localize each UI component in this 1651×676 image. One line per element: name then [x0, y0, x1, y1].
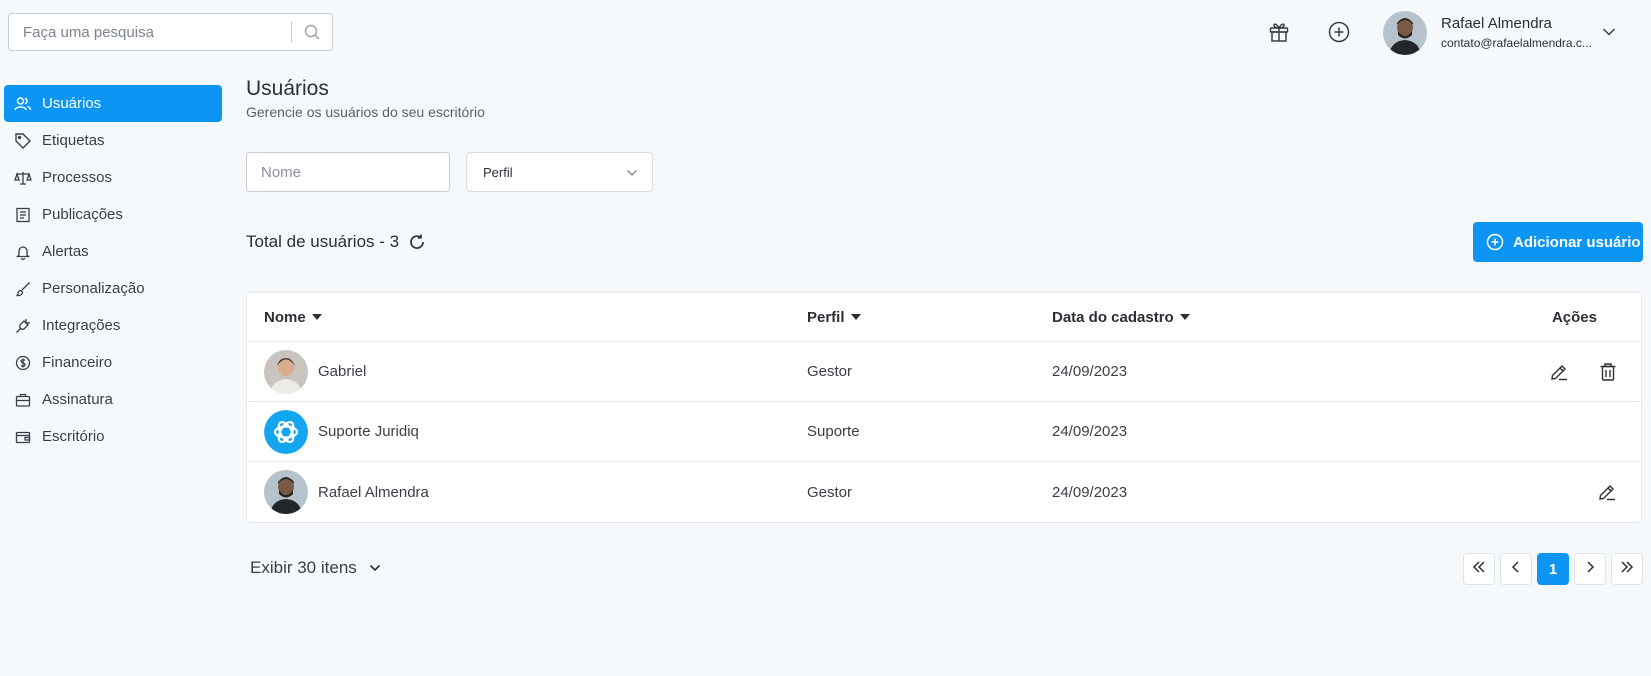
chevron-down-icon[interactable] [1602, 24, 1616, 42]
chevron-left-icon [1511, 560, 1521, 578]
header-perfil-label: Perfil [807, 308, 845, 326]
sidebar-item-escritorio[interactable]: Escritório [4, 418, 222, 455]
user-name-cell: Rafael Almendra [318, 483, 429, 501]
sidebar-item-label: Escritório [42, 428, 105, 445]
page-title: Usuários [246, 77, 329, 100]
trash-icon[interactable] [1599, 362, 1617, 382]
user-name-cell: Suporte Juridiq [318, 423, 419, 440]
items-per-page-label: Exibir 30 itens [250, 558, 357, 577]
avatar [264, 470, 308, 514]
add-user-label: Adicionar usuário [1513, 233, 1641, 251]
sidebar-item-financeiro[interactable]: Financeiro [4, 344, 222, 381]
table-header: Nome Perfil Data do cadastro Ações [247, 293, 1641, 342]
perfil-cell: Gestor [807, 363, 853, 380]
header-perfil[interactable]: Perfil [807, 309, 861, 326]
date-cell: 24/09/2023 [1052, 483, 1128, 501]
table-row: Rafael Almendra Gestor 24/09/2023 [247, 462, 1641, 522]
sidebar-item-assinatura[interactable]: Assinatura [4, 381, 222, 418]
search-box[interactable] [8, 13, 333, 51]
sidebar-item-etiquetas[interactable]: Etiquetas [4, 122, 222, 159]
sort-caret-icon [1179, 314, 1190, 320]
tag-icon [13, 132, 33, 150]
sidebar-item-label: Publicações [42, 206, 123, 223]
bell-icon [13, 243, 33, 261]
sidebar-item-label: Assinatura [42, 391, 113, 408]
header-data[interactable]: Data do cadastro [1052, 309, 1190, 326]
sidebar-item-processos[interactable]: Processos [4, 159, 222, 196]
header-nome-label: Nome [264, 308, 306, 326]
double-chevron-left-icon [1472, 560, 1486, 578]
perfil-select-label: Perfil [483, 164, 513, 180]
newspaper-icon [13, 206, 33, 224]
user-email: contato@rafaelalmendra.c... [1441, 36, 1592, 50]
header-nome[interactable]: Nome [264, 309, 322, 326]
sidebar-item-alertas[interactable]: Alertas [4, 233, 222, 270]
sidebar-item-label: Integrações [42, 317, 121, 334]
briefcase-icon [13, 391, 33, 409]
sidebar-item-publicacoes[interactable]: Publicações [4, 196, 222, 233]
scale-icon [13, 169, 33, 187]
name-filter-input[interactable] [247, 153, 449, 191]
name-filter[interactable] [246, 152, 450, 192]
search-icon[interactable] [292, 24, 332, 40]
gift-icon[interactable] [1265, 18, 1293, 46]
date-cell: 24/09/2023 [1052, 363, 1128, 380]
sidebar-item-personalizacao[interactable]: Personalização [4, 270, 222, 307]
sidebar-item-label: Personalização [42, 280, 145, 297]
first-page-button[interactable] [1463, 553, 1495, 585]
sidebar-item-integracoes[interactable]: Integrações [4, 307, 222, 344]
sidebar-item-label: Alertas [42, 243, 89, 260]
page-subtitle: Gerencie os usuários do seu escritório [246, 104, 485, 120]
user-avatar[interactable] [1383, 11, 1427, 55]
brush-icon [13, 280, 33, 298]
sidebar-item-label: Processos [42, 169, 113, 186]
prev-page-button[interactable] [1500, 553, 1532, 585]
plug-icon [13, 317, 33, 335]
perfil-cell: Suporte [807, 423, 860, 440]
search-input[interactable] [9, 14, 291, 50]
edit-icon[interactable] [1597, 482, 1617, 502]
table-row: Gabriel Gestor 24/09/2023 [247, 342, 1641, 402]
sort-caret-icon [311, 314, 322, 320]
users-icon [13, 95, 33, 113]
refresh-icon[interactable] [408, 233, 426, 256]
avatar [264, 349, 308, 394]
perfil-cell: Gestor [807, 483, 853, 501]
sidebar-item-label: Usuários [42, 95, 102, 112]
double-chevron-right-icon [1620, 560, 1634, 578]
dollar-icon [13, 354, 33, 372]
page-button-current[interactable]: 1 [1537, 553, 1569, 585]
date-cell: 24/09/2023 [1052, 423, 1128, 440]
chevron-down-icon [369, 558, 381, 578]
chevron-right-icon [1585, 560, 1595, 578]
user-name: Rafael Almendra [1441, 15, 1552, 32]
add-user-button[interactable]: Adicionar usuário [1473, 222, 1643, 262]
table-row: Suporte Juridiq Suporte 24/09/2023 [247, 402, 1641, 462]
total-users: Total de usuários - 3 [246, 232, 400, 251]
last-page-button[interactable] [1611, 553, 1643, 585]
user-name-cell: Gabriel [318, 363, 367, 380]
add-circle-icon [1486, 233, 1504, 251]
header-data-label: Data do cadastro [1052, 308, 1174, 326]
avatar [264, 409, 308, 454]
wallet-icon [13, 428, 33, 446]
edit-icon[interactable] [1549, 362, 1569, 382]
items-per-page-select[interactable]: Exibir 30 itens [250, 558, 381, 578]
header-acoes: Ações [1551, 308, 1597, 326]
sidebar-item-label: Etiquetas [42, 132, 105, 149]
sort-caret-icon [850, 314, 861, 320]
chevron-down-icon [626, 166, 638, 181]
sidebar-item-usuarios[interactable]: Usuários [4, 85, 222, 122]
users-table: Nome Perfil Data do cadastro Ações Gabri… [246, 292, 1642, 523]
perfil-select[interactable]: Perfil [466, 152, 653, 192]
sidebar: Usuários Etiquetas Processos Publicações… [4, 85, 222, 455]
sidebar-item-label: Financeiro [42, 354, 113, 371]
add-circle-icon[interactable] [1325, 18, 1353, 46]
next-page-button[interactable] [1574, 553, 1606, 585]
